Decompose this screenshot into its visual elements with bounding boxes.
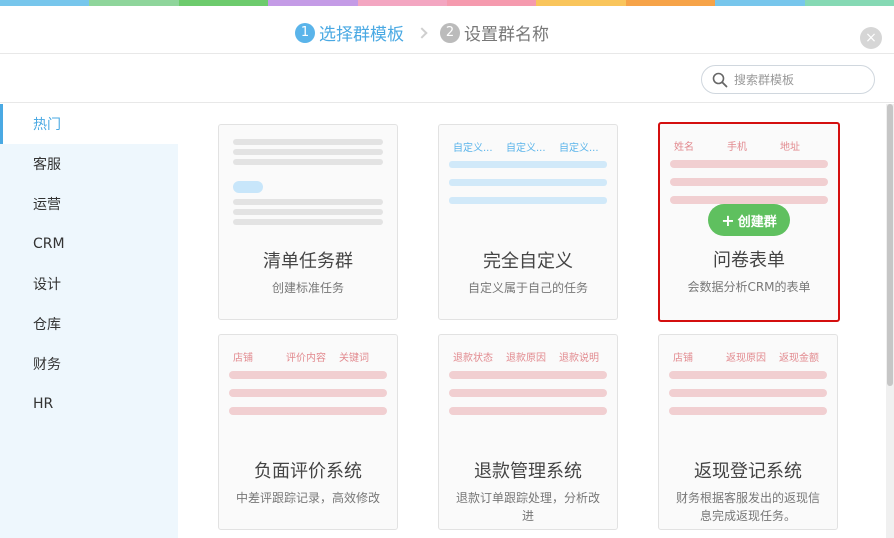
card-description: 财务根据客服发出的返现信息完成返现任务。 bbox=[675, 491, 820, 523]
card-title: 清单任务群 bbox=[263, 251, 353, 272]
preview-tag bbox=[233, 181, 263, 193]
sidebar-item-warehouse[interactable]: 仓库 bbox=[0, 304, 178, 344]
preview-line bbox=[449, 197, 607, 204]
template-card-questionnaire[interactable]: 姓名 手机 地址 + 创建群 问卷表单 会数据分析CRM的表单 bbox=[658, 122, 840, 322]
preview-line bbox=[670, 160, 828, 168]
template-grid: 清单任务群 创建标准任务 自定义... 自定义... 自定义... 完全自定义 … bbox=[178, 104, 886, 538]
step-choose-template[interactable]: 1 选择群模板 bbox=[295, 20, 404, 45]
preview-line bbox=[233, 159, 383, 165]
step-label: 设置群名称 bbox=[464, 25, 549, 45]
sidebar-item-operations[interactable]: 运营 bbox=[0, 184, 178, 224]
preview-line bbox=[233, 199, 383, 205]
card-title: 负面评价系统 bbox=[254, 461, 362, 482]
template-card-refund[interactable]: 退款状态 退款原因 退款说明 退款管理系统 退款订单跟踪处理，分析改进 bbox=[438, 334, 618, 530]
preview-line bbox=[233, 149, 383, 155]
search-icon bbox=[712, 72, 728, 87]
card-description: 创建标准任务 bbox=[271, 281, 344, 295]
preview-line bbox=[670, 178, 828, 186]
sidebar-item-hot[interactable]: 热门 bbox=[0, 104, 178, 144]
preview-line bbox=[449, 179, 607, 186]
preview-line bbox=[670, 196, 828, 204]
column-header: 自定义... bbox=[506, 143, 546, 154]
plus-icon: + bbox=[721, 210, 735, 230]
step-label: 选择群模板 bbox=[319, 25, 404, 45]
preview-line bbox=[449, 407, 607, 415]
column-header: 返现原因 bbox=[726, 353, 766, 364]
card-title: 退款管理系统 bbox=[474, 461, 582, 482]
close-icon[interactable]: × bbox=[860, 27, 882, 49]
preview-line bbox=[229, 371, 387, 379]
column-header: 退款状态 bbox=[453, 353, 493, 364]
preview-line bbox=[669, 407, 827, 415]
column-header: 返现金额 bbox=[779, 353, 819, 364]
sidebar-item-design[interactable]: 设计 bbox=[0, 264, 178, 304]
sidebar-item-finance[interactable]: 财务 bbox=[0, 344, 178, 384]
wizard-header: 1 选择群模板 2 设置群名称 × bbox=[0, 6, 894, 54]
preview-line bbox=[449, 371, 607, 379]
preview-line bbox=[233, 139, 383, 145]
preview-line bbox=[229, 389, 387, 397]
preview-line bbox=[233, 219, 383, 225]
step-number: 2 bbox=[440, 22, 460, 43]
sidebar-item-hr[interactable]: HR bbox=[0, 384, 178, 424]
column-header: 自定义... bbox=[453, 143, 493, 154]
search-bar bbox=[0, 55, 894, 103]
create-group-button[interactable]: + 创建群 bbox=[708, 204, 790, 236]
column-header: 姓名 bbox=[674, 142, 694, 153]
category-sidebar: 热门 客服 运营 CRM 设计 仓库 财务 HR bbox=[0, 104, 178, 538]
template-card-custom[interactable]: 自定义... 自定义... 自定义... 完全自定义 自定义属于自己的任务 bbox=[438, 124, 618, 320]
card-description: 会数据分析CRM的表单 bbox=[687, 280, 811, 294]
preview-line bbox=[233, 209, 383, 215]
card-description: 中差评跟踪记录，高效修改 bbox=[235, 491, 380, 505]
card-title: 完全自定义 bbox=[483, 251, 573, 272]
column-header: 地址 bbox=[780, 142, 800, 153]
create-group-label: 创建群 bbox=[737, 214, 777, 230]
column-header: 退款原因 bbox=[506, 353, 546, 364]
column-header: 店铺 bbox=[233, 353, 253, 364]
column-header: 关键词 bbox=[339, 353, 369, 364]
step-set-name[interactable]: 2 设置群名称 bbox=[440, 20, 549, 45]
scrollbar[interactable] bbox=[886, 104, 894, 538]
template-card-negative-review[interactable]: 店铺 评价内容 关键词 负面评价系统 中差评跟踪记录，高效修改 bbox=[218, 334, 398, 530]
column-header: 自定义... bbox=[559, 143, 599, 154]
sidebar-item-crm[interactable]: CRM bbox=[0, 224, 178, 264]
column-header: 店铺 bbox=[673, 353, 693, 364]
template-card-checklist[interactable]: 清单任务群 创建标准任务 bbox=[218, 124, 398, 320]
card-description: 退款订单跟踪处理，分析改进 bbox=[455, 491, 600, 523]
search-box[interactable] bbox=[701, 65, 875, 94]
search-input[interactable] bbox=[734, 72, 864, 87]
sidebar-item-customer-service[interactable]: 客服 bbox=[0, 144, 178, 184]
scrollbar-thumb[interactable] bbox=[887, 104, 893, 386]
column-header: 退款说明 bbox=[559, 353, 599, 364]
template-card-cashback[interactable]: 店铺 返现原因 返现金额 返现登记系统 财务根据客服发出的返现信息完成返现任务。 bbox=[658, 334, 838, 530]
preview-line bbox=[449, 161, 607, 168]
preview-line bbox=[449, 389, 607, 397]
preview-line bbox=[669, 389, 827, 397]
card-description: 自定义属于自己的任务 bbox=[467, 281, 588, 295]
column-header: 手机 bbox=[727, 142, 747, 153]
chevron-right-icon bbox=[416, 26, 428, 39]
column-header: 评价内容 bbox=[286, 353, 326, 364]
card-title: 返现登记系统 bbox=[694, 461, 802, 482]
card-title: 问卷表单 bbox=[713, 250, 785, 271]
step-number: 1 bbox=[295, 22, 315, 43]
step-indicator: 1 选择群模板 2 设置群名称 bbox=[295, 20, 549, 45]
preview-line bbox=[669, 371, 827, 379]
preview-line bbox=[229, 407, 387, 415]
